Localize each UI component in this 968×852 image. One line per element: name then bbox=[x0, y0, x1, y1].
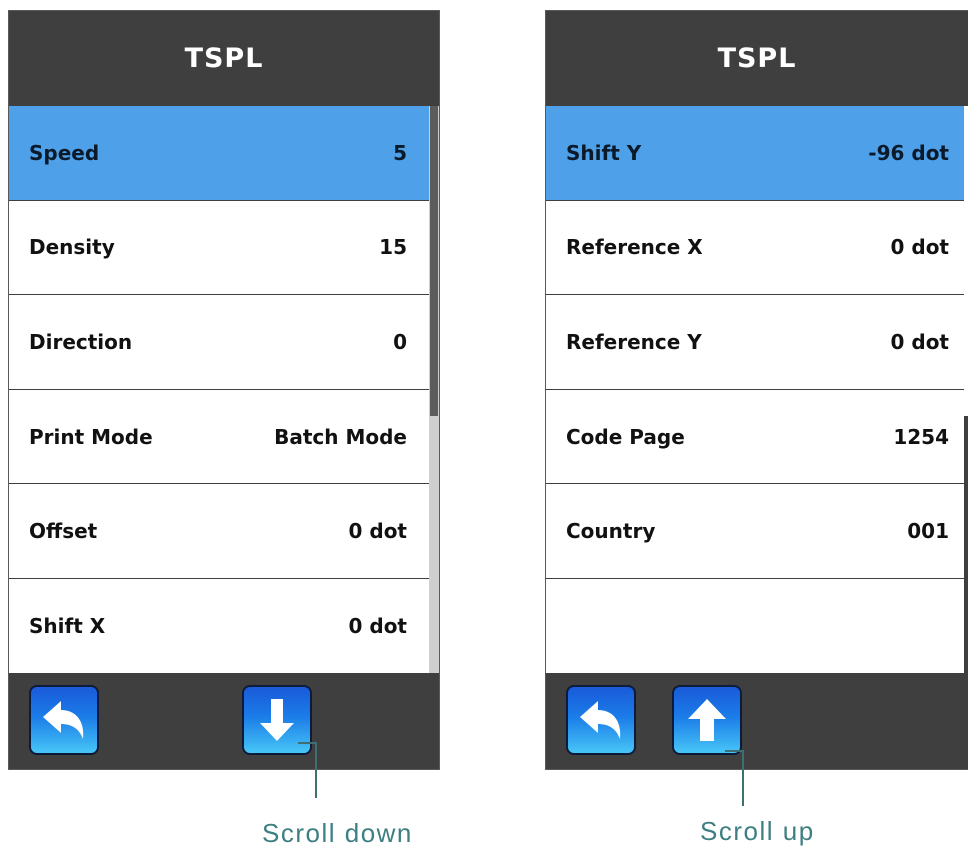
bottom-bar bbox=[9, 673, 439, 769]
list-item-shift-x[interactable]: Shift X 0 dot bbox=[9, 578, 429, 674]
item-value: -96 dot bbox=[868, 140, 949, 165]
scrollbar-thumb[interactable] bbox=[964, 416, 968, 674]
up-arrow-icon bbox=[688, 699, 726, 741]
list-item-reference-x[interactable]: Reference X 0 dot bbox=[546, 200, 964, 296]
back-button[interactable] bbox=[566, 685, 636, 755]
item-label: Density bbox=[29, 235, 115, 260]
list-item-density[interactable]: Density 15 bbox=[9, 200, 429, 296]
item-label: Reference X bbox=[566, 235, 703, 260]
item-label: Country bbox=[566, 519, 656, 544]
list-item-offset[interactable]: Offset 0 dot bbox=[9, 484, 429, 579]
item-label: Print Mode bbox=[29, 424, 153, 449]
item-label: Reference Y bbox=[566, 329, 702, 354]
title-bar: TSPL bbox=[546, 11, 968, 106]
item-value: 0 dot bbox=[348, 519, 408, 544]
scroll-down-button[interactable] bbox=[242, 685, 312, 755]
item-value: 0 dot bbox=[890, 235, 950, 260]
item-value: 0 bbox=[393, 329, 407, 354]
callout-line bbox=[742, 750, 744, 806]
down-arrow-icon bbox=[260, 699, 294, 741]
item-label: Speed bbox=[29, 140, 100, 165]
list-item-code-page[interactable]: Code Page 1254 bbox=[546, 389, 964, 485]
back-arrow-icon bbox=[580, 701, 621, 739]
screen-title: TSPL bbox=[184, 43, 264, 74]
settings-list[interactable]: Speed 5 Density 15 Direction 0 Print Mod… bbox=[9, 106, 439, 674]
item-label: Direction bbox=[29, 329, 133, 354]
item-label: Code Page bbox=[566, 424, 685, 449]
list-item-speed[interactable]: Speed 5 bbox=[9, 106, 429, 201]
item-value: Batch Mode bbox=[274, 424, 407, 449]
item-value: 5 bbox=[393, 140, 407, 165]
scroll-up-button[interactable] bbox=[672, 685, 742, 755]
scrollbar[interactable] bbox=[429, 106, 439, 674]
item-label: Shift X bbox=[29, 614, 106, 639]
right-screen: TSPL Shift Y -96 dot Reference X 0 dot R… bbox=[545, 10, 968, 770]
callout-line bbox=[298, 742, 317, 744]
list-item-direction[interactable]: Direction 0 bbox=[9, 295, 429, 390]
title-bar: TSPL bbox=[9, 11, 439, 106]
back-arrow-icon bbox=[43, 701, 84, 739]
item-label: Shift Y bbox=[566, 140, 642, 165]
scroll-down-callout: Scroll down bbox=[262, 818, 413, 848]
settings-list[interactable]: Shift Y -96 dot Reference X 0 dot Refere… bbox=[546, 106, 968, 674]
list-item-print-mode[interactable]: Print Mode Batch Mode bbox=[9, 389, 429, 485]
callout-line bbox=[315, 742, 317, 798]
item-value: 0 dot bbox=[890, 329, 950, 354]
left-screen: TSPL Speed 5 Density 15 Direction 0 Prin… bbox=[8, 10, 440, 770]
list-item-country[interactable]: Country 001 bbox=[546, 484, 964, 579]
item-value: 15 bbox=[379, 235, 407, 260]
scrollbar-thumb[interactable] bbox=[430, 106, 438, 416]
screen-title: TSPL bbox=[717, 43, 797, 74]
bottom-bar bbox=[546, 673, 968, 769]
item-value: 001 bbox=[907, 519, 949, 544]
scroll-up-callout: Scroll up bbox=[700, 816, 815, 846]
item-value: 1254 bbox=[893, 424, 949, 449]
item-value: 0 dot bbox=[348, 614, 408, 639]
list-item-empty bbox=[546, 578, 964, 674]
scrollbar[interactable] bbox=[964, 106, 968, 674]
item-label: Offset bbox=[29, 519, 98, 544]
callout-line bbox=[725, 750, 744, 752]
back-button[interactable] bbox=[29, 685, 99, 755]
list-item-reference-y[interactable]: Reference Y 0 dot bbox=[546, 295, 964, 390]
list-item-shift-y[interactable]: Shift Y -96 dot bbox=[546, 106, 964, 201]
